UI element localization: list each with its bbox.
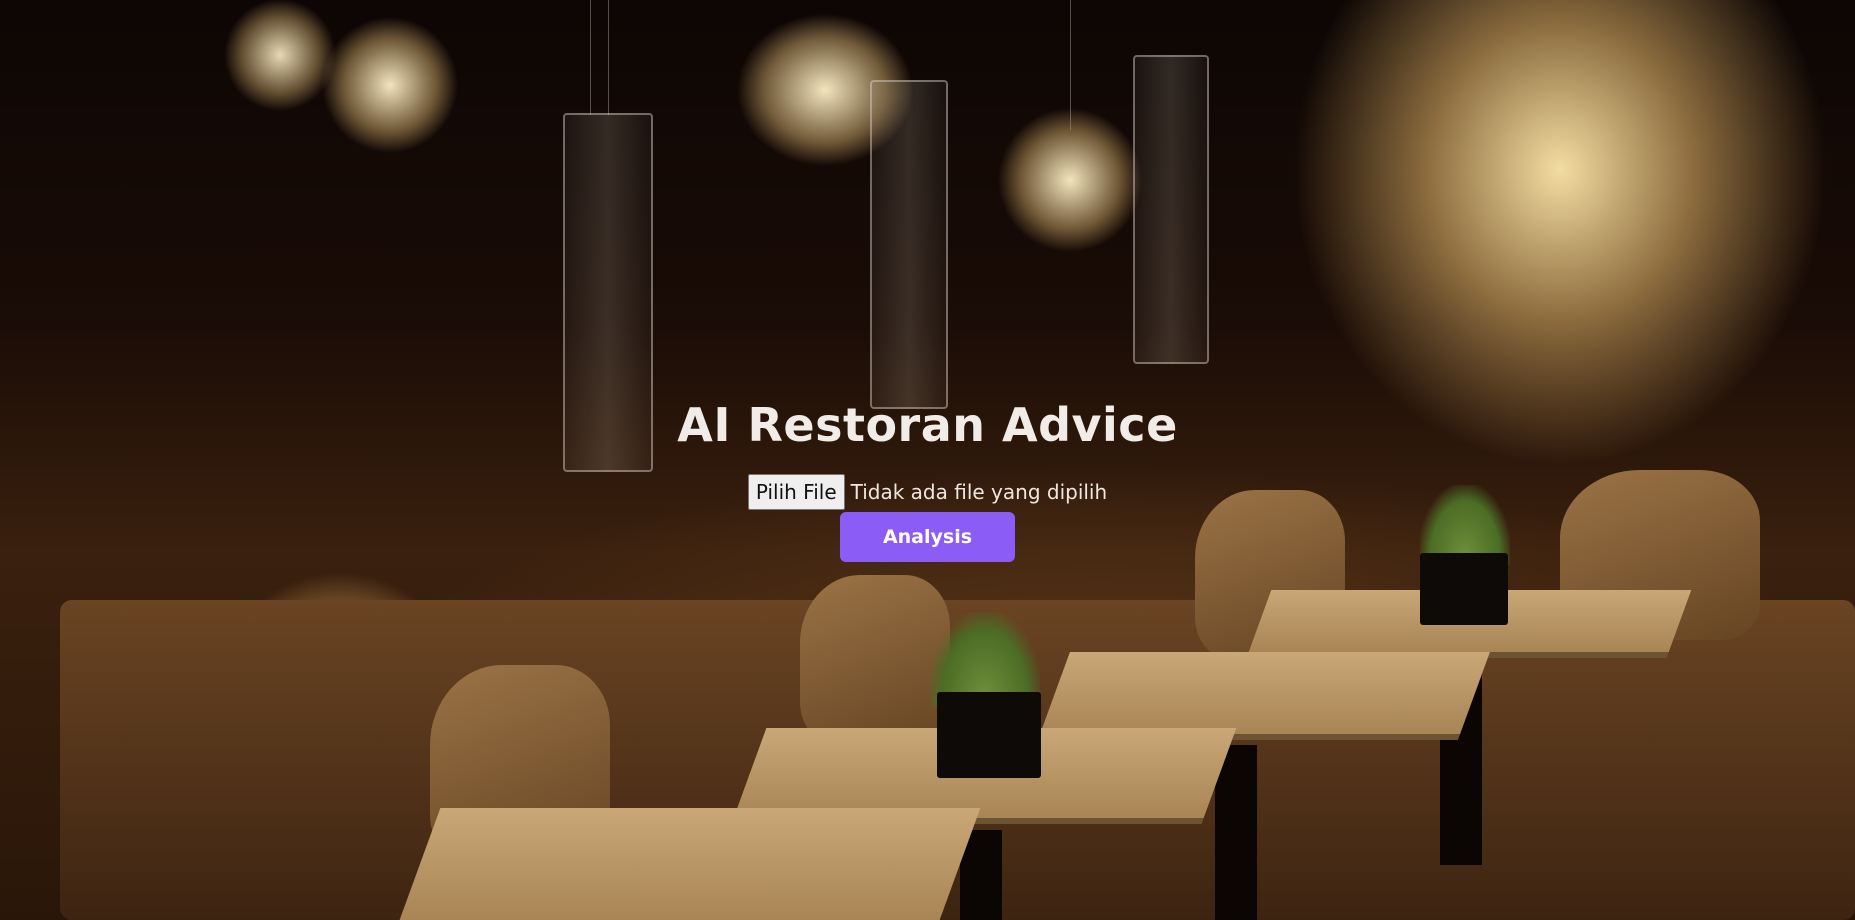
- file-upload-row: Pilih File Tidak ada file yang dipilih: [0, 474, 1855, 510]
- analysis-button[interactable]: Analysis: [840, 512, 1015, 562]
- file-status-text: Tidak ada file yang dipilih: [850, 480, 1108, 504]
- table-top: [1040, 652, 1490, 734]
- page-title: AI Restoran Advice: [677, 398, 1178, 452]
- pendant-wire: [1070, 0, 1071, 130]
- table-leg: [1215, 745, 1257, 920]
- choose-file-button[interactable]: Pilih File: [747, 474, 845, 510]
- pendant-lamp-icon: [1133, 55, 1209, 364]
- plant-pot: [937, 692, 1041, 778]
- pillow: [800, 575, 950, 745]
- table-top: [399, 808, 981, 920]
- pendant-wire: [608, 0, 609, 115]
- plant-pot: [1420, 553, 1508, 625]
- pendant-lamp-icon: [870, 80, 948, 409]
- main-panel: AI Restoran Advice Pilih File Tidak ada …: [0, 395, 1855, 562]
- pendant-wire: [590, 0, 591, 115]
- hero-background: AI Restoran Advice Pilih File Tidak ada …: [0, 0, 1855, 920]
